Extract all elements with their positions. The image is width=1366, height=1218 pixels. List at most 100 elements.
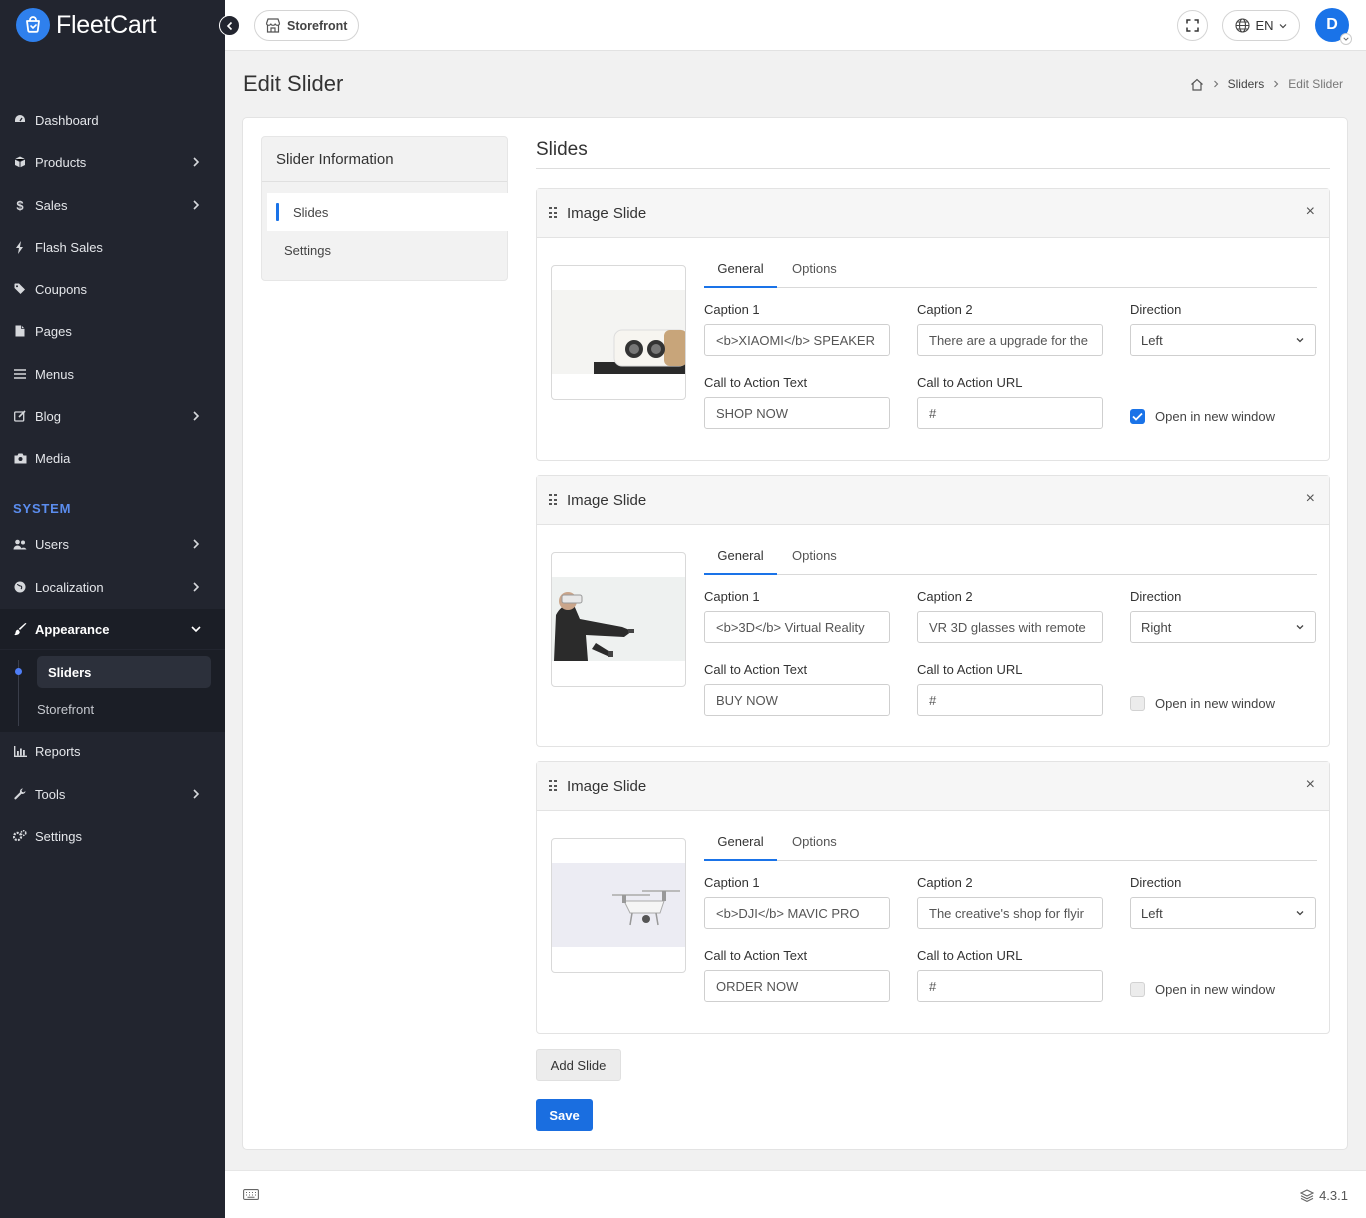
tab-general[interactable]: General — [704, 834, 777, 861]
logo[interactable]: FleetCart — [0, 0, 225, 50]
keyboard-icon[interactable] — [243, 1189, 259, 1200]
direction-select[interactable]: Left — [1130, 324, 1316, 356]
slide-header[interactable]: Image Slide × — [537, 476, 1329, 525]
panel-title: Slider Information — [262, 137, 507, 182]
dashboard-icon — [13, 113, 27, 127]
cta-text-input[interactable]: SHOP NOW — [704, 397, 890, 429]
sidebar-item-label: Products — [35, 154, 87, 170]
caption2-label: Caption 2 — [917, 302, 973, 317]
new-window-checkbox[interactable] — [1130, 982, 1145, 997]
sidebar-item-pages[interactable]: Pages — [0, 311, 225, 351]
camera-icon — [13, 451, 27, 465]
cube-icon — [13, 155, 27, 169]
tab-settings[interactable]: Settings — [284, 243, 331, 258]
sidebar: FleetCart Dashboard Products $ Sales Fla… — [0, 0, 225, 1218]
caption2-input[interactable]: The creative's shop for flyir — [917, 897, 1103, 929]
breadcrumb-sliders[interactable]: Sliders — [1228, 77, 1265, 91]
cta-text-label: Call to Action Text — [704, 948, 808, 963]
tab-general[interactable]: General — [704, 261, 777, 288]
layers-icon — [1300, 1189, 1315, 1202]
direction-select[interactable]: Left — [1130, 897, 1316, 929]
sidebar-item-sales[interactable]: $ Sales — [0, 185, 225, 225]
sidebar-item-blog[interactable]: Blog — [0, 396, 225, 436]
home-icon[interactable] — [1190, 78, 1204, 91]
close-icon[interactable]: × — [1306, 204, 1315, 220]
caption2-input[interactable]: There are a upgrade for the — [917, 324, 1103, 356]
drag-handle-icon[interactable] — [549, 494, 557, 506]
save-button[interactable]: Save — [536, 1099, 593, 1131]
chevron-down-icon — [1296, 338, 1304, 343]
cta-url-input[interactable]: # — [917, 397, 1103, 429]
submenu-item-storefront[interactable]: Storefront — [37, 702, 94, 717]
sidebar-item-localization[interactable]: Localization — [0, 567, 225, 607]
cta-text-input[interactable]: BUY NOW — [704, 684, 890, 716]
sidebar-item-flash-sales[interactable]: Flash Sales — [0, 227, 225, 267]
direction-label: Direction — [1130, 302, 1182, 317]
caption2-input[interactable]: VR 3D glasses with remote — [917, 611, 1103, 643]
tab-options[interactable]: Options — [792, 834, 837, 861]
direction-label: Direction — [1130, 589, 1182, 604]
store-icon — [265, 18, 281, 33]
sidebar-item-media[interactable]: Media — [0, 438, 225, 478]
new-window-checkbox[interactable] — [1130, 409, 1145, 424]
sidebar-item-products[interactable]: Products — [0, 142, 225, 182]
caption1-input[interactable]: <b>3D</b> Virtual Reality — [704, 611, 890, 643]
slide-image-thumbnail[interactable] — [551, 552, 686, 687]
slide-title: Image Slide — [567, 204, 647, 222]
drag-handle-icon[interactable] — [549, 207, 557, 219]
sidebar-collapse-button[interactable] — [219, 15, 240, 36]
cta-url-input[interactable]: # — [917, 684, 1103, 716]
slide-header[interactable]: Image Slide × — [537, 189, 1329, 238]
paintbrush-icon — [13, 622, 27, 636]
sidebar-item-menus[interactable]: Menus — [0, 354, 225, 394]
users-icon — [13, 537, 27, 551]
caption1-input[interactable]: <b>XIAOMI</b> SPEAKER — [704, 324, 890, 356]
slide-header[interactable]: Image Slide × — [537, 762, 1329, 811]
submenu-item-sliders[interactable]: Sliders — [37, 656, 211, 688]
sidebar-item-label: Pages — [35, 323, 72, 339]
sidebar-item-label: Users — [35, 536, 69, 552]
active-dot — [15, 668, 22, 675]
new-window-label: Open in new window — [1155, 982, 1275, 997]
sidebar-item-dashboard[interactable]: Dashboard — [0, 100, 225, 140]
sidebar-item-users[interactable]: Users — [0, 524, 225, 564]
tab-general[interactable]: General — [704, 548, 777, 575]
sidebar-item-settings[interactable]: Settings — [0, 816, 225, 856]
new-window-checkbox[interactable] — [1130, 696, 1145, 711]
sidebar-item-reports[interactable]: Reports — [0, 731, 225, 771]
direction-select[interactable]: Right — [1130, 611, 1316, 643]
slide-image-thumbnail[interactable] — [551, 265, 686, 400]
vr-image — [552, 577, 685, 661]
slide-image-thumbnail[interactable] — [551, 838, 686, 973]
sidebar-item-tools[interactable]: Tools — [0, 774, 225, 814]
close-icon[interactable]: × — [1306, 491, 1315, 507]
sidebar-item-coupons[interactable]: Coupons — [0, 269, 225, 309]
add-slide-button[interactable]: Add Slide — [536, 1049, 621, 1081]
globe-icon — [1235, 18, 1251, 33]
checkmark-icon — [1132, 412, 1143, 421]
cta-url-input[interactable]: # — [917, 970, 1103, 1002]
cta-text-input[interactable]: ORDER NOW — [704, 970, 890, 1002]
tab-options[interactable]: Options — [792, 261, 837, 288]
fullscreen-icon — [1186, 19, 1199, 32]
chevron-down-icon — [1279, 23, 1286, 28]
fullscreen-button[interactable] — [1177, 10, 1208, 41]
cart-logo-icon — [16, 8, 50, 42]
bar-chart-icon — [13, 744, 27, 758]
sidebar-item-label: Flash Sales — [35, 239, 103, 255]
storefront-button[interactable]: Storefront — [254, 10, 360, 41]
avatar[interactable]: D — [1315, 8, 1352, 45]
close-icon[interactable]: × — [1306, 777, 1315, 793]
tab-slides[interactable]: Slides — [267, 193, 509, 231]
page-title: Edit Slider — [243, 71, 344, 96]
caption1-label: Caption 1 — [704, 589, 760, 604]
tab-options[interactable]: Options — [792, 548, 837, 575]
chevron-right-icon — [193, 157, 200, 167]
caption1-input[interactable]: <b>DJI</b> MAVIC PRO — [704, 897, 890, 929]
sidebar-item-appearance[interactable]: Appearance — [0, 609, 225, 649]
language-dropdown[interactable]: EN — [1222, 10, 1300, 41]
slide-tabs: General Options — [704, 544, 1317, 575]
edit-icon — [13, 409, 27, 423]
drag-handle-icon[interactable] — [549, 780, 557, 792]
chevron-right-icon — [1274, 80, 1279, 88]
